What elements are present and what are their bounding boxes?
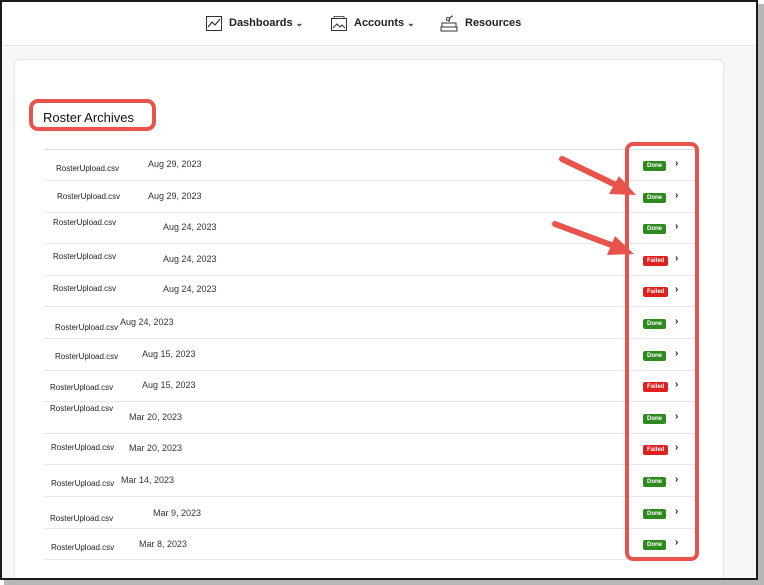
app-window: Dashboards ⌄ Accounts ⌄ Resources Roster… — [0, 0, 758, 580]
window-shadow — [758, 4, 764, 584]
annotation-arrows — [552, 156, 636, 255]
arrow-annotation-2 — [552, 221, 634, 255]
window-shadow — [4, 580, 764, 585]
arrow-annotation-1 — [559, 156, 636, 195]
